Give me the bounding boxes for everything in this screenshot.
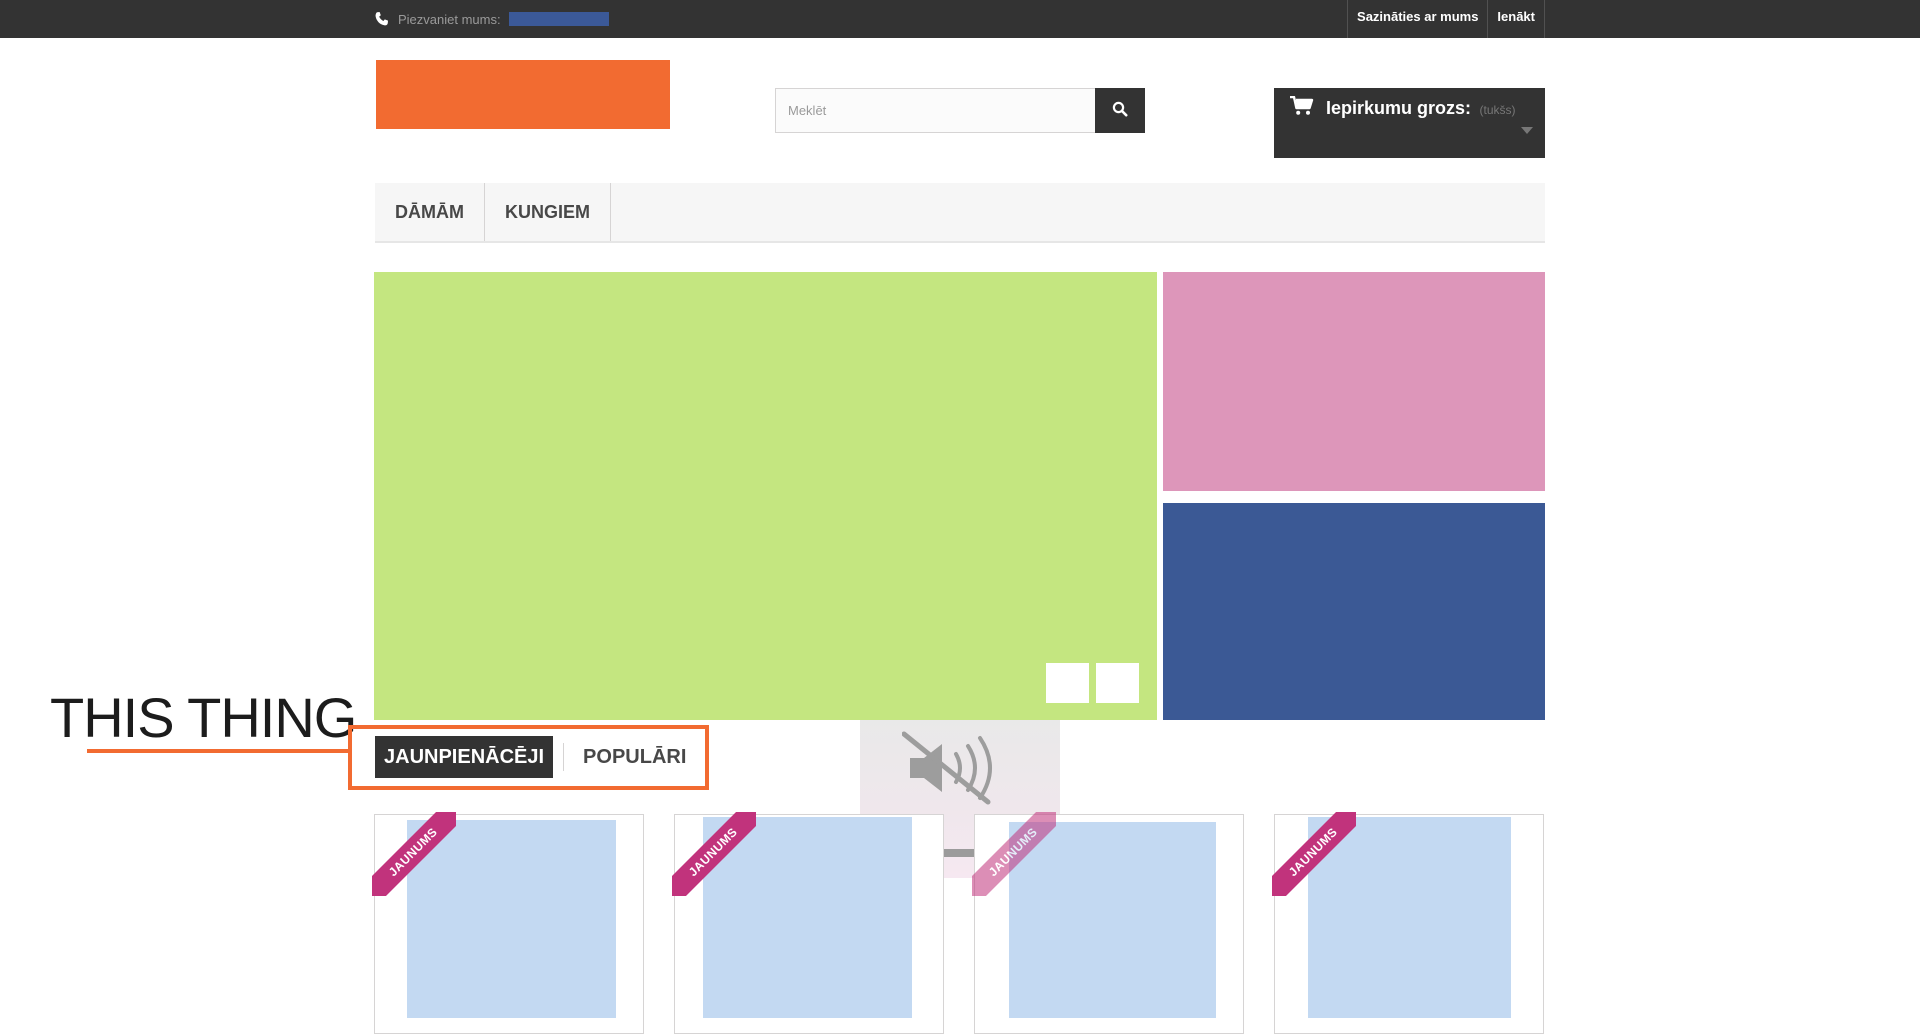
- nav-item-women[interactable]: DĀMĀM: [375, 183, 485, 241]
- nav-item-men[interactable]: KUNGIEM: [485, 183, 611, 241]
- new-badge: JAUNUMS: [972, 812, 1056, 896]
- top-links: Sazināties ar mums Ienākt: [1347, 0, 1545, 38]
- muted-speaker-icon: [901, 730, 1018, 811]
- annotation-highlight-box: [348, 725, 709, 790]
- new-badge: JAUNUMS: [672, 812, 756, 896]
- phone-label: Piezvaniet mums:: [398, 11, 501, 27]
- new-badge-text: JAUNUMS: [1272, 812, 1356, 896]
- caret-down-icon: [1521, 122, 1533, 140]
- home-slider[interactable]: [374, 272, 1157, 720]
- login-link[interactable]: Ienākt: [1487, 0, 1545, 38]
- main-menu: DĀMĀM KUNGIEM: [375, 183, 1545, 243]
- phone-info: Piezvaniet mums:: [374, 0, 609, 38]
- search-button[interactable]: [1095, 88, 1145, 133]
- search-input[interactable]: [775, 88, 1095, 133]
- contact-link[interactable]: Sazināties ar mums: [1347, 0, 1487, 38]
- banner-bottom-right[interactable]: [1163, 503, 1545, 720]
- new-badge: JAUNUMS: [1272, 812, 1356, 896]
- cart-status: (tukšs): [1479, 103, 1516, 117]
- new-badge: JAUNUMS: [372, 812, 456, 896]
- shop-logo[interactable]: [376, 60, 670, 129]
- search-form: [775, 88, 1145, 133]
- new-badge-text: JAUNUMS: [972, 812, 1056, 896]
- new-badge-text: JAUNUMS: [672, 812, 756, 896]
- annotation-underline: [87, 749, 352, 753]
- top-bar: [0, 0, 1920, 38]
- cart-icon: [1290, 95, 1314, 121]
- cart-block[interactable]: Iepirkumu grozs: (tukšs): [1274, 88, 1545, 158]
- search-icon: [1112, 101, 1128, 120]
- phone-number-redacted: [508, 12, 609, 26]
- cart-label: Iepirkumu grozs:: [1326, 98, 1472, 118]
- banner-top-right[interactable]: [1163, 272, 1545, 491]
- slider-prev-button[interactable]: [1046, 663, 1089, 703]
- new-badge-text: JAUNUMS: [372, 812, 456, 896]
- phone-icon: [374, 11, 390, 27]
- annotation-label: THIS THING: [50, 686, 357, 749]
- slider-next-button[interactable]: [1096, 663, 1139, 703]
